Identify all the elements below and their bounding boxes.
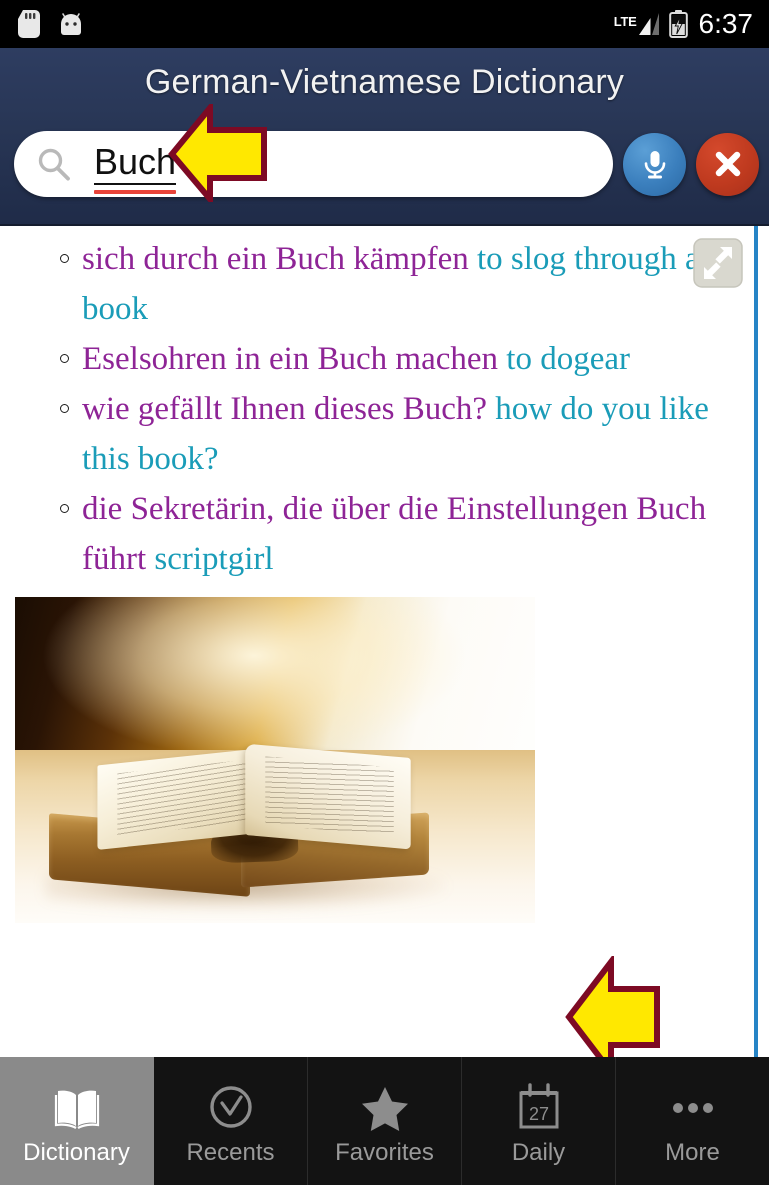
photo-page-text-lines [117,759,246,836]
arrow-pointing-to-photo [565,953,661,1057]
app-header: German-Vietnamese Dictionary Buch [0,48,769,226]
nav-label-daily: Daily [511,1139,566,1166]
list-item[interactable]: sich durch ein Buch kämpfen to slog thro… [60,234,747,334]
search-query-text: Buch [94,143,177,185]
entry-german-text: Eselsohren in ein Buch machen [82,341,507,377]
voice-search-button[interactable] [623,132,686,196]
bullet-icon [60,254,69,263]
status-bar-right-icons: LTE 6:37 [614,9,753,39]
clear-search-button[interactable] [696,132,759,196]
signal-bars-icon [638,13,659,35]
network-label: LTE [613,14,637,29]
nav-item-favorites[interactable]: Favorites [308,1057,462,1185]
bullet-icon [60,404,69,413]
expand-fullscreen-button[interactable] [689,234,747,292]
battery-charging-icon [668,9,688,38]
status-bar-clock: 6:37 [698,8,754,39]
sd-card-icon [18,10,40,38]
nav-item-daily[interactable]: 27 Daily [462,1057,616,1185]
page-title: German-Vietnamese Dictionary [144,63,625,101]
search-input[interactable]: Buch [14,131,613,197]
nav-label-favorites: Favorites [335,1139,434,1166]
list-item[interactable]: die Sekretärin, die über die Einstellung… [60,484,747,584]
photo-book-right-page [245,743,412,850]
status-bar: LTE 6:37 [0,0,769,48]
arrow-pointing-to-search-field [168,99,268,208]
bottom-navigation-bar: Dictionary Recents Favorites 27 Daily Mo… [0,1057,769,1185]
nav-label-recents: Recents [186,1139,275,1166]
photo-page-text-lines [265,756,395,836]
entry-english-text: scriptgirl [154,541,274,577]
search-value-wrapper: Buch [94,143,177,194]
dictionary-entry-list: sich durch ein Buch kämpfen to slog thro… [0,226,769,584]
calendar-icon: 27 [519,1083,558,1129]
calendar-day-number: 27 [528,1104,548,1124]
bullet-icon [60,504,69,513]
entry-german-text: sich durch ein Buch kämpfen [82,241,477,277]
star-icon [361,1087,408,1131]
spellcheck-underline [94,189,177,194]
nav-item-more[interactable]: More [616,1057,769,1185]
entry-english-text: to dogear [506,341,630,377]
list-item[interactable]: wie gefällt Ihnen dieses Buch? how do yo… [60,384,747,484]
open-antique-book-photo[interactable] [15,597,535,923]
open-book-icon [54,1090,99,1129]
photo-book-group [36,727,473,910]
bullet-icon [60,354,69,363]
results-content-area[interactable]: sich durch ein Buch kämpfen to slog thro… [0,226,769,1057]
expand-fullscreen-icon [693,238,743,288]
nav-item-recents[interactable]: Recents [154,1057,308,1185]
vertical-scrollbar[interactable] [754,226,758,1057]
android-robot-icon [58,11,84,37]
entry-german-text: wie gefällt Ihnen dieses Buch? [82,391,496,427]
close-x-icon [715,151,740,177]
network-indicator: LTE [614,9,660,39]
app-screen: LTE 6:37 German-Vietnamese Dictionary Bu… [0,0,769,1185]
clock-check-circle-icon [209,1086,252,1128]
list-item[interactable]: Eselsohren in ein Buch machen to dogear [60,334,747,384]
microphone-icon [644,151,665,179]
status-bar-left-icons [18,10,84,38]
search-bar-row: Buch [14,128,759,200]
nav-label-dictionary: Dictionary [23,1139,130,1166]
photo-book-left-page [97,747,263,850]
nav-label-more: More [665,1139,720,1166]
ellipsis-icon [672,1103,713,1113]
search-magnifier-icon [38,148,70,181]
nav-item-dictionary[interactable]: Dictionary [0,1057,154,1185]
